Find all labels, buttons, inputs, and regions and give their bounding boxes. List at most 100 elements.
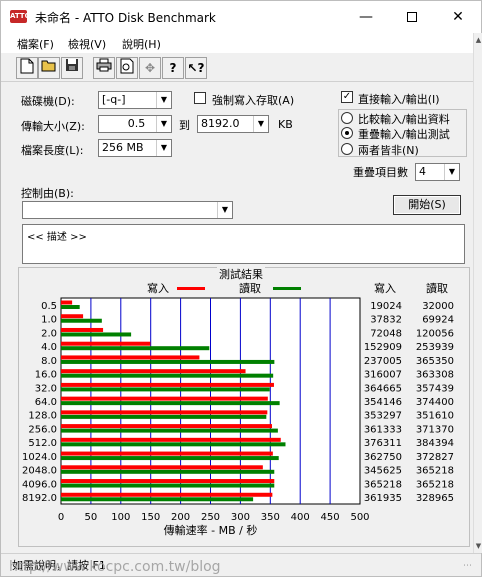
read-value: 357439 (416, 383, 454, 394)
kb-label: KB (278, 118, 293, 131)
write-value: 345625 (364, 466, 402, 477)
write-value: 361935 (364, 493, 402, 504)
transfer-to-select[interactable]: 8192.0 ▼ (197, 115, 269, 133)
transfer-from-value: 0.5 (127, 117, 146, 130)
menu-help[interactable]: 說明(H) (122, 36, 161, 52)
print-icon[interactable] (93, 57, 115, 79)
file-length-select[interactable]: 256 MB ▼ (98, 139, 172, 157)
read-value: 120056 (416, 328, 454, 339)
controlled-by-label: 控制由(B): (21, 187, 74, 200)
x-tick-label: 150 (141, 512, 160, 523)
queue-depth-value: 4 (419, 165, 426, 178)
mode-compare-radio[interactable] (341, 112, 353, 124)
transfer-to-value: 8192.0 (201, 117, 240, 130)
menu-view[interactable]: 檢視(V) (68, 36, 106, 52)
mode-overlap-radio[interactable] (341, 127, 353, 139)
open-icon[interactable] (38, 57, 60, 79)
read-bar (61, 442, 286, 447)
y-tick-label: 2048.0 (22, 466, 57, 477)
save-icon[interactable] (61, 57, 83, 79)
menu-file[interactable]: 檔案(F) (17, 36, 54, 52)
write-value: 361333 (364, 424, 402, 435)
description-field[interactable]: << 描述 >> (22, 224, 465, 264)
read-bar (61, 346, 210, 351)
write-bar (61, 341, 151, 346)
mode-neither-radio[interactable] (341, 143, 353, 155)
y-tick-label: 512.0 (28, 438, 57, 449)
legend-read-swatch (273, 287, 301, 290)
results-chart: 寫入 讀取 寫入 讀取 0 50 100 150 200 250 300 350 400 450 500 0.… (22, 281, 454, 537)
vertical-scrollbar[interactable]: ▲ ▼ (473, 33, 482, 553)
write-bar (61, 424, 273, 429)
file-length-value: 256 MB (102, 141, 144, 154)
force-write-checkbox[interactable] (194, 92, 206, 104)
write-bar (61, 327, 104, 332)
read-bar (61, 428, 278, 433)
read-value: 351610 (416, 411, 454, 422)
mode-neither-label: 兩者皆非(N) (358, 144, 419, 157)
y-tick-label: 2.0 (41, 328, 57, 339)
read-value: 69924 (422, 315, 454, 326)
window-title: 未命名 - ATTO Disk Benchmark (35, 11, 216, 25)
y-tick-label: 16.0 (35, 370, 57, 381)
write-bar (61, 300, 73, 305)
x-tick-label: 100 (111, 512, 130, 523)
drive-select[interactable]: [-q-] ▼ (98, 91, 172, 109)
write-value: 37832 (370, 315, 402, 326)
y-tick-label: 8.0 (41, 356, 57, 367)
print-preview-icon[interactable] (116, 57, 138, 79)
read-value: 365218 (416, 479, 454, 490)
x-tick-label: 300 (231, 512, 250, 523)
chevron-down-icon: ▼ (156, 92, 171, 108)
minimize-button[interactable]: — (343, 1, 389, 33)
write-value: 237005 (364, 356, 402, 367)
read-bar (61, 414, 267, 419)
y-tick-label: 256.0 (28, 424, 57, 435)
write-bar (61, 465, 263, 470)
new-icon[interactable] (16, 57, 38, 79)
read-bar (61, 497, 254, 502)
read-value: 371370 (416, 424, 454, 435)
y-tick-label: 32.0 (35, 383, 57, 394)
read-value: 372827 (416, 452, 454, 463)
maximize-icon (407, 12, 417, 22)
read-bar (61, 373, 274, 378)
title-bar[interactable]: ATTO 未命名 - ATTO Disk Benchmark — ✕ (1, 1, 481, 33)
write-value: 316007 (364, 370, 402, 381)
read-value: 253939 (416, 342, 454, 353)
write-value: 376311 (364, 438, 402, 449)
direct-io-checkbox[interactable]: ✓ (341, 91, 353, 103)
y-tick-label: 1024.0 (22, 452, 57, 463)
scroll-up-icon[interactable]: ▲ (474, 33, 482, 47)
read-value: 32000 (422, 301, 454, 312)
write-value: 353297 (364, 411, 402, 422)
scroll-down-icon[interactable]: ▼ (474, 539, 482, 553)
read-bar (61, 483, 275, 488)
y-tick-label: 4.0 (41, 342, 57, 353)
help-icon[interactable]: ? (162, 57, 184, 79)
transfer-from-select[interactable]: 0.5 ▼ (98, 115, 172, 133)
resize-grip-icon[interactable]: ⋯ (463, 561, 472, 571)
y-tick-label: 128.0 (28, 411, 57, 422)
results-title: 測試結果 (217, 266, 265, 282)
write-value: 19024 (370, 301, 402, 312)
y-tick-label: 0.5 (41, 301, 57, 312)
x-tick-label: 500 (350, 512, 369, 523)
results-panel: 寫入 讀取 寫入 讀取 0 50 100 150 200 250 300 350 400 450 500 0.… (18, 267, 470, 547)
write-bar (61, 451, 273, 456)
chevron-down-icon: ▼ (217, 202, 232, 218)
x-tick-label: 200 (171, 512, 190, 523)
context-help-icon[interactable]: ↖? (185, 57, 207, 79)
write-value: 365218 (364, 479, 402, 490)
drive-label: 磁碟機(D): (21, 95, 75, 108)
to-label: 到 (179, 119, 190, 132)
controlled-by-select[interactable]: ▼ (22, 201, 233, 219)
queue-depth-select[interactable]: 4 ▼ (415, 163, 460, 181)
y-tick-label: 1.0 (41, 315, 57, 326)
close-button[interactable]: ✕ (435, 1, 481, 33)
drive-value: [-q-] (102, 93, 126, 106)
maximize-button[interactable] (389, 1, 435, 33)
move-icon[interactable]: ✥ (139, 57, 161, 79)
start-button[interactable]: 開始(S) (393, 195, 461, 215)
direct-io-label: 直接輸入/輸出(I) (358, 93, 440, 106)
